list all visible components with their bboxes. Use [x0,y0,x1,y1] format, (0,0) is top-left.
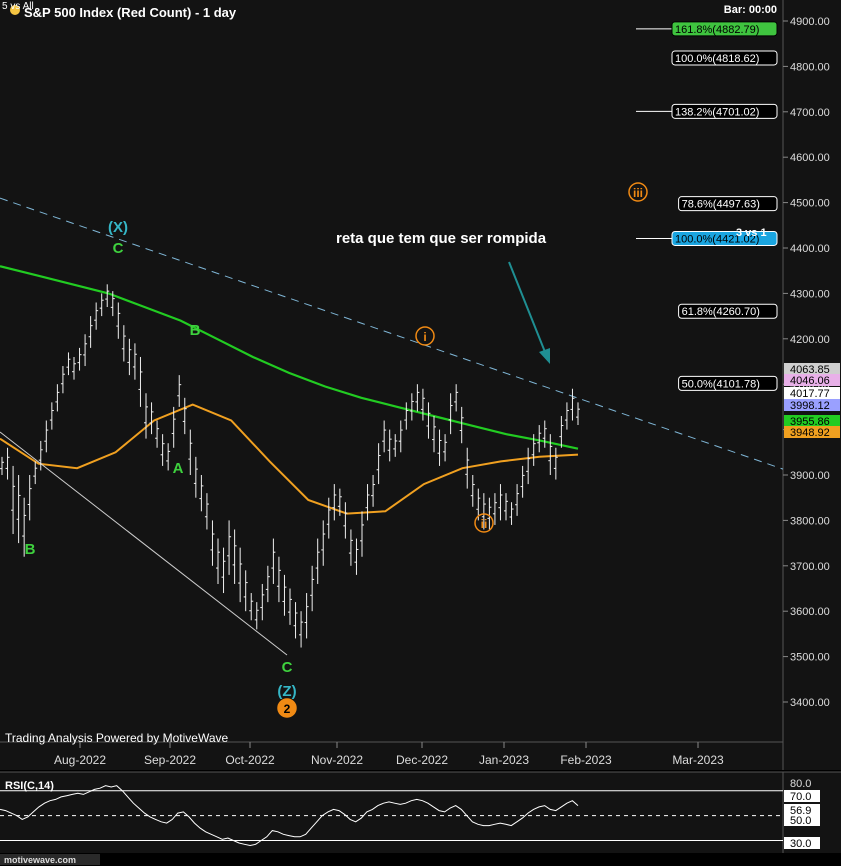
price-tick-label: 4900.00 [790,16,830,28]
svg-text:B: B [190,322,201,339]
annotation-text: reta que tem que ser rompida [336,230,547,247]
svg-text:C: C [282,659,293,676]
powered-by-text: Trading Analysis Powered by MotiveWave [5,731,229,745]
fib-level[interactable]: 50.0%(4101.78) [678,375,778,391]
fib-label: 61.8%(4260.70) [682,306,760,318]
price-tick-label: 3500.00 [790,652,830,664]
wave-label[interactable]: 2 [277,698,297,718]
price-tick-label: 3700.00 [790,561,830,573]
date-tick-label: Jan-2023 [479,753,529,767]
svg-text:A: A [173,460,184,477]
svg-text:3998.12: 3998.12 [790,400,830,412]
price-value-label: 4017.77 [784,387,840,400]
svg-text:30.0: 30.0 [790,838,811,850]
svg-text:(Z): (Z) [277,683,296,700]
price-tick-label: 4200.00 [790,334,830,346]
date-tick-label: Aug-2022 [54,753,106,767]
price-value-label: 3998.12 [784,399,840,412]
svg-text:4017.77: 4017.77 [790,388,830,400]
fib-label: 50.0%(4101.78) [682,378,760,390]
fib-label: 138.2%(4701.02) [675,106,759,118]
wave-label[interactable]: C [282,659,293,676]
wave-label[interactable]: B [190,322,201,339]
price-tick-label: 4300.00 [790,288,830,300]
svg-text:70.0: 70.0 [790,791,811,803]
svg-text:ii: ii [481,517,488,531]
svg-text:i: i [423,330,426,344]
svg-text:80.0: 80.0 [790,778,811,790]
svg-text:C: C [113,240,124,257]
fib-level[interactable]: 61.8%(4260.70) [678,303,778,319]
fib-level[interactable]: 78.6%(4497.63) [678,196,778,212]
price-tick-label: 3400.00 [790,697,830,709]
svg-text:3948.92: 3948.92 [790,427,830,439]
wave-label[interactable]: B [25,541,36,558]
price-value-label: 4046.06 [784,374,840,387]
wave-label[interactable]: A [173,460,184,477]
wave-label[interactable]: C [113,240,124,257]
wave-label[interactable]: (Z) [277,683,296,700]
fib-label: 161.8%(4882.79) [675,24,759,36]
fib-label: 78.6%(4497.63) [682,199,760,211]
rsi-title: RSI(C,14) [5,780,54,792]
svg-text:2: 2 [284,702,291,716]
fib-label: 100.0%(4818.62) [675,53,759,65]
svg-text:(X): (X) [108,219,128,236]
rsi-tick-label: 80.0 [790,778,811,790]
price-tick-label: 3600.00 [790,606,830,618]
date-tick-label: Mar-2023 [672,753,724,767]
wave-note: 3 vs 1 [736,227,767,239]
date-tick-label: Oct-2022 [225,753,275,767]
chart-canvas: (X)CBABC(Z)2iiiiii 161.8%(4882.79)100.0%… [0,0,841,866]
price-tick-label: 4600.00 [790,152,830,164]
price-tick-label: 4700.00 [790,107,830,119]
chart-window: (X) C B A B C (Z) 2 i ii iii 161.8%(4882.79) 100.0%… [0,0,841,866]
svg-text:4046.06: 4046.06 [790,375,830,387]
chart-title: S&P 500 Index (Red Count) - 1 day [24,5,237,20]
price-tick-label: 3800.00 [790,515,830,527]
svg-text:50.0: 50.0 [790,815,811,827]
price-tick-label: 4500.00 [790,198,830,210]
svg-text:iii: iii [633,186,643,200]
price-tick-label: 3900.00 [790,470,830,482]
svg-text:B: B [25,541,36,558]
date-tick-label: Feb-2023 [560,753,612,767]
date-axis [0,742,783,770]
date-tick-label: Dec-2022 [396,753,448,767]
date-tick-label: Nov-2022 [311,753,363,767]
rsi-tick-label: 50.0 [784,814,820,827]
watermark-text: motivewave.com [4,855,76,865]
price-tick-label: 4400.00 [790,243,830,255]
bar-time-label: Bar: 00:00 [724,4,777,16]
date-tick-label: Sep-2022 [144,753,196,767]
rsi-tick-label: 70.0 [784,790,820,803]
fib-level[interactable]: 100.0%(4818.62) [671,50,778,66]
wave-label[interactable]: (X) [108,219,128,236]
price-value-label: 3948.92 [784,426,840,439]
price-tick-label: 4800.00 [790,61,830,73]
rsi-tick-label: 30.0 [784,837,820,850]
